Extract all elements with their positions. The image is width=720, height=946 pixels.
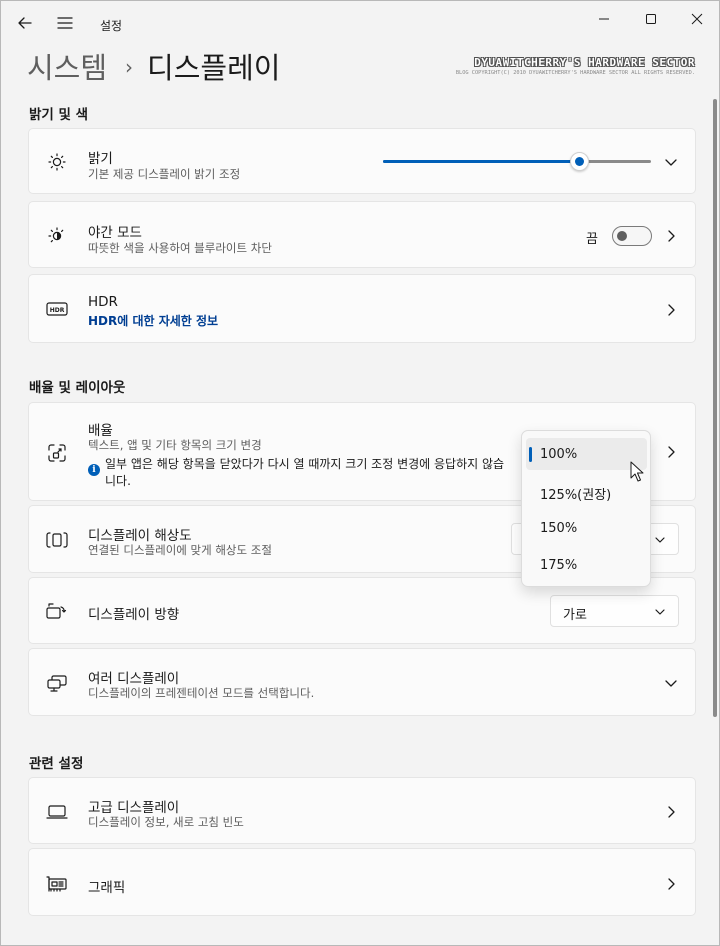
hdr-info-link[interactable]: HDR에 대한 자세한 정보 [88,312,218,329]
laptop-icon [45,800,69,824]
chevron-down-icon[interactable] [663,675,679,691]
breadcrumb-separator: › [125,55,134,79]
resolution-subtitle: 연결된 디스플레이에 맞게 해상도 조절 [88,543,272,557]
hdr-title: HDR [88,294,118,310]
title-bar: 설정 [1,1,720,41]
scale-option-175[interactable]: 175% [526,549,647,581]
resolution-icon [45,528,69,552]
scale-option-label: 150% [540,521,578,536]
scale-option-125[interactable]: 125%(권장) [526,475,647,507]
orientation-icon [45,600,69,624]
section-header-scale-layout: 배율 및 레이아웃 [29,380,126,396]
orientation-title: 디스플레이 방향 [88,607,180,623]
page-title: 디스플레이 [147,51,281,85]
scale-options-popup: 100% 125%(권장) 150% 175% [521,430,651,587]
vertical-scrollbar[interactable] [713,99,717,717]
scale-info-text: 일부 앱은 해당 항목을 닫았다가 다시 열 때까지 크기 조정 변경에 응답하… [105,457,505,488]
graphics-card-icon [45,872,69,896]
scale-option-label: 125%(권장) [540,488,612,503]
section-header-brightness-color: 밝기 및 색 [29,107,89,123]
chevron-down-icon [654,534,666,546]
maximize-icon[interactable] [641,9,661,29]
brightness-card[interactable]: 밝기 기본 제공 디스플레이 밝기 조정 [28,128,696,194]
scale-subtitle: 텍스트, 앱 및 기타 항목의 크기 변경 [88,438,262,452]
multiple-displays-card[interactable]: 여러 디스플레이 디스플레이의 프레젠테이션 모드를 선택합니다. [28,648,696,716]
toggle-state-label: 끔 [586,232,598,247]
slider-thumb[interactable] [569,152,589,171]
orientation-value: 가로 [563,608,587,623]
chevron-right-icon[interactable] [663,876,679,892]
info-icon: i [88,464,100,476]
breadcrumb-parent[interactable]: 시스템 [27,45,107,87]
chevron-right-icon[interactable] [663,804,679,820]
scale-option-150[interactable]: 150% [526,512,647,544]
toggle-knob [617,231,627,241]
advanced-display-title: 고급 디스플레이 [88,800,180,816]
brightness-slider[interactable] [383,151,651,171]
scale-option-label: 100% [540,447,578,462]
scale-option-100[interactable]: 100% [526,438,647,470]
watermark: DYUAWITCHERRY'S HARDWARE SECTOR BLOG COP… [455,56,695,76]
orientation-dropdown[interactable]: 가로 [550,595,679,627]
svg-text:HDR: HDR [50,307,65,314]
graphics-card[interactable]: 그래픽 [28,848,696,916]
night-mode-card[interactable]: 야간 모드 따뜻한 색을 사용하여 블루라이트 차단 끔 [28,201,696,268]
night-mode-title: 야간 모드 [88,225,142,241]
hamburger-menu-icon[interactable] [55,13,75,33]
watermark-main: DYUAWITCHERRY'S HARDWARE SECTOR [474,56,695,69]
sun-icon [45,150,69,174]
hdr-card[interactable]: HDR HDR HDR에 대한 자세한 정보 [28,274,696,343]
settings-window: 설정 시스템 › 디스플레이 DYUAWITCHERRY'S HARDWARE … [0,0,720,946]
minimize-icon[interactable] [594,9,614,29]
advanced-display-subtitle: 디스플레이 정보, 새로 고침 빈도 [88,815,244,829]
brightness-subtitle: 기본 제공 디스플레이 밝기 조정 [88,167,241,181]
night-mode-subtitle: 따뜻한 색을 사용하여 블루라이트 차단 [88,241,272,255]
graphics-title: 그래픽 [88,880,126,896]
multiple-displays-title: 여러 디스플레이 [88,671,180,687]
resolution-title: 디스플레이 해상도 [88,528,192,544]
scale-option-label: 175% [540,558,578,573]
chevron-right-icon[interactable] [663,228,679,244]
chevron-right-icon[interactable] [663,444,679,460]
advanced-display-card[interactable]: 고급 디스플레이 디스플레이 정보, 새로 고침 빈도 [28,777,696,844]
back-arrow-icon[interactable] [15,13,35,33]
chevron-down-icon[interactable] [663,154,679,170]
close-icon[interactable] [687,9,707,29]
chevron-right-icon[interactable] [663,302,679,318]
scale-title: 배율 [88,423,113,439]
orientation-card[interactable]: 디스플레이 방향 가로 [28,577,696,644]
section-header-related: 관련 설정 [29,756,84,772]
night-mode-toggle[interactable] [612,226,652,246]
night-light-icon [45,224,69,248]
chevron-down-icon [654,606,666,618]
watermark-sub: BLOG COPYRIGHT(C) 2010 DYUAWITCHERRY'S H… [455,70,695,76]
window-title: 설정 [100,19,123,33]
hdr-icon: HDR [45,297,69,321]
brightness-title: 밝기 [88,151,113,167]
multiple-displays-icon [45,671,69,695]
multiple-displays-subtitle: 디스플레이의 프레젠테이션 모드를 선택합니다. [88,686,315,700]
slider-fill [383,160,579,163]
mouse-cursor-icon [630,461,646,483]
scale-icon [45,441,69,465]
breadcrumb: 시스템 › 디스플레이 [27,45,280,87]
